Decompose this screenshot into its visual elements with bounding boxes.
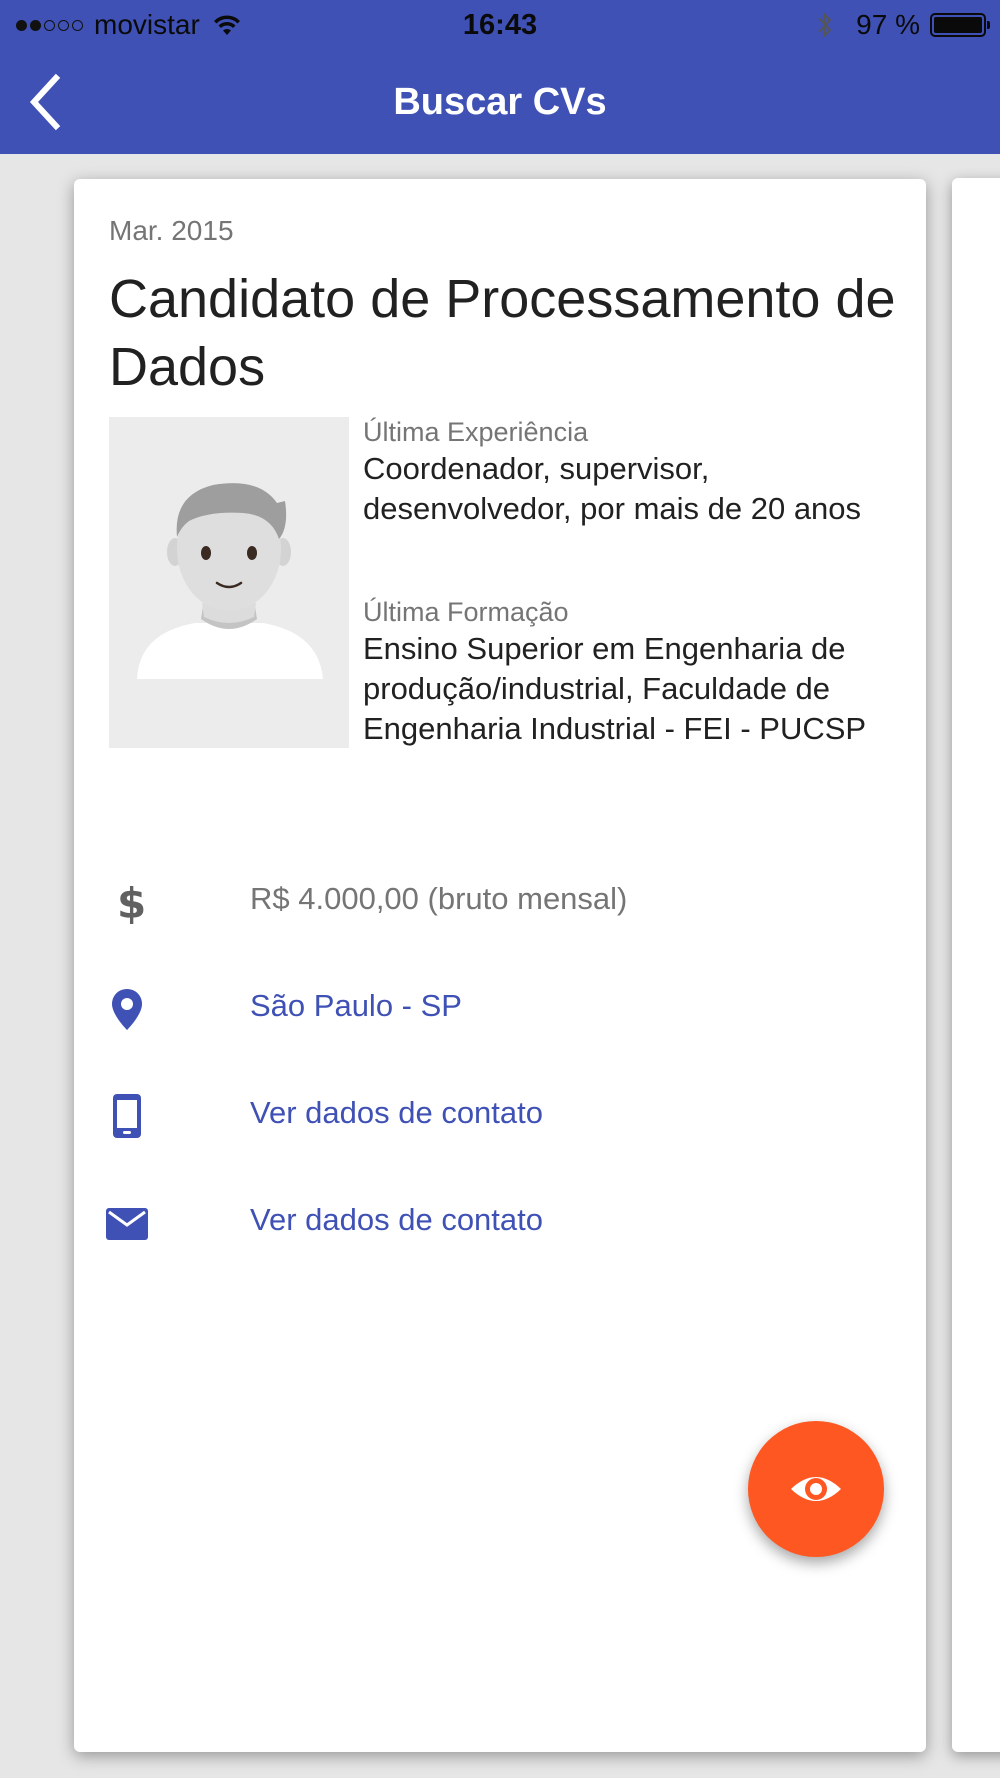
- svg-text:$: $: [117, 879, 146, 925]
- battery-percentage: 97 %: [856, 9, 920, 40]
- experience-value: Coordenador, supervisor, desenvolvedor, …: [363, 451, 862, 526]
- next-cv-card[interactable]: [952, 178, 1000, 1752]
- dollar-icon: $: [104, 879, 150, 928]
- envelope-icon: [104, 1200, 150, 1246]
- email-contact-link[interactable]: Ver dados de contato: [250, 1180, 543, 1260]
- battery-icon: [930, 13, 990, 37]
- education-section: Última Formação Ensino Superior em Engen…: [363, 595, 903, 749]
- location-row[interactable]: São Paulo - SP: [104, 966, 904, 1046]
- status-bar: movistar 16:43 97 %: [0, 0, 1000, 50]
- salary-value: R$ 4.000,00 (bruto mensal): [250, 881, 628, 916]
- bluetooth-icon: [818, 11, 832, 39]
- page-title: Buscar CVs: [393, 81, 607, 123]
- nav-bar: Buscar CVs: [0, 50, 1000, 154]
- experience-section: Última Experiência Coordenador, supervis…: [363, 415, 903, 529]
- avatar-placeholder-icon: [137, 483, 323, 679]
- eye-icon: [791, 1477, 841, 1501]
- phone-contact-link[interactable]: Ver dados de contato: [250, 1073, 543, 1153]
- view-cv-fab-button[interactable]: [748, 1421, 884, 1557]
- location-link[interactable]: São Paulo - SP: [250, 966, 462, 1046]
- cv-date: Mar. 2015: [109, 215, 234, 246]
- phone-row[interactable]: Ver dados de contato: [104, 1073, 904, 1153]
- smartphone-icon: [104, 1093, 150, 1139]
- cv-title: Candidato de Processamento de Dados: [109, 269, 896, 397]
- location-pin-icon: [104, 986, 150, 1032]
- salary-row: $ R$ 4.000,00 (bruto mensal): [104, 859, 904, 939]
- email-row[interactable]: Ver dados de contato: [104, 1180, 904, 1260]
- education-value: Ensino Superior em Engenharia de produçã…: [363, 631, 867, 746]
- app-header: movistar 16:43 97 % Buscar CVs: [0, 0, 1000, 154]
- avatar: [109, 417, 349, 748]
- education-label: Última Formação: [363, 597, 569, 627]
- status-right: 97 %: [816, 8, 990, 42]
- experience-label: Última Experiência: [363, 417, 589, 447]
